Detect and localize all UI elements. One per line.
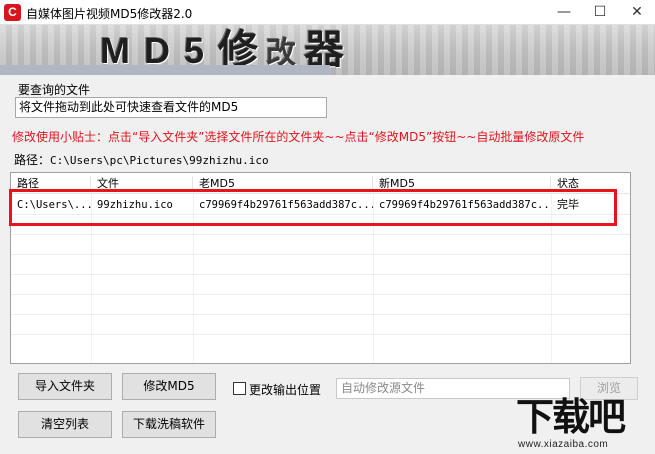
path-value: C:\Users\pc\Pictures\99zhizhu.ico xyxy=(50,154,269,167)
query-file-label: 要查询的文件 xyxy=(18,83,91,97)
close-button[interactable]: ✕ xyxy=(619,0,655,25)
clear-list-button[interactable]: 清空列表 xyxy=(18,411,112,438)
path-display: 路径：C:\Users\pc\Pictures\99zhizhu.ico xyxy=(14,151,269,168)
minimize-button[interactable]: — xyxy=(546,0,582,25)
app-window: C 自媒体图片视频MD5修改器2.0 — ☐ ✕ MD5修改器 要查询的文件 将… xyxy=(0,0,655,454)
table-row-empty xyxy=(11,255,630,275)
usage-tip: 修改使用小贴士：点击“导入文件夹”选择文件所在的文件夹~~点击“修改MD5”按钮… xyxy=(12,130,585,144)
window-title: 自媒体图片视频MD5修改器2.0 xyxy=(26,7,193,21)
banner-overlap-strip xyxy=(0,65,330,75)
table-row-empty xyxy=(11,235,630,255)
title-bar: C 自媒体图片视频MD5修改器2.0 — ☐ ✕ xyxy=(0,0,655,25)
download-rewrite-software-button[interactable]: 下载洗稿软件 xyxy=(122,411,216,438)
site-watermark: 下载吧 www.xiazaiba.com xyxy=(516,396,648,452)
maximize-button[interactable]: ☐ xyxy=(582,0,618,25)
import-folder-button[interactable]: 导入文件夹 xyxy=(18,373,112,400)
app-banner: MD5修改器 xyxy=(0,25,655,75)
table-row-empty xyxy=(11,275,630,295)
highlight-box xyxy=(9,189,617,226)
change-output-checkbox[interactable] xyxy=(233,382,246,395)
modify-md5-button[interactable]: 修改MD5 xyxy=(122,373,216,400)
watermark-logo: 下载吧 xyxy=(516,395,626,439)
table-row-empty xyxy=(11,295,630,315)
query-file-input[interactable]: 将文件拖动到此处可快速查看文件的MD5 xyxy=(15,97,327,118)
app-logo-icon: C xyxy=(4,4,21,21)
path-label: 路径： xyxy=(14,153,51,167)
watermark-url: www.xiazaiba.com xyxy=(518,439,609,450)
change-output-label[interactable]: 更改输出位置 xyxy=(249,381,321,398)
table-row-empty xyxy=(11,315,630,335)
